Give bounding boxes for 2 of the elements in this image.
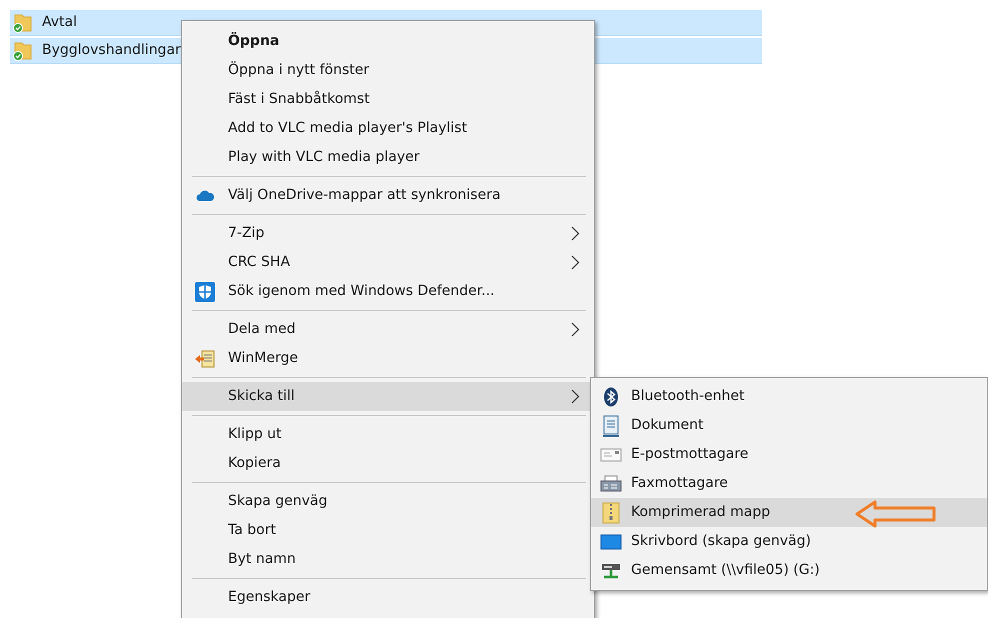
file-name: Bygglovshandlingar — [42, 41, 181, 60]
file-name: Avtal — [42, 13, 77, 32]
